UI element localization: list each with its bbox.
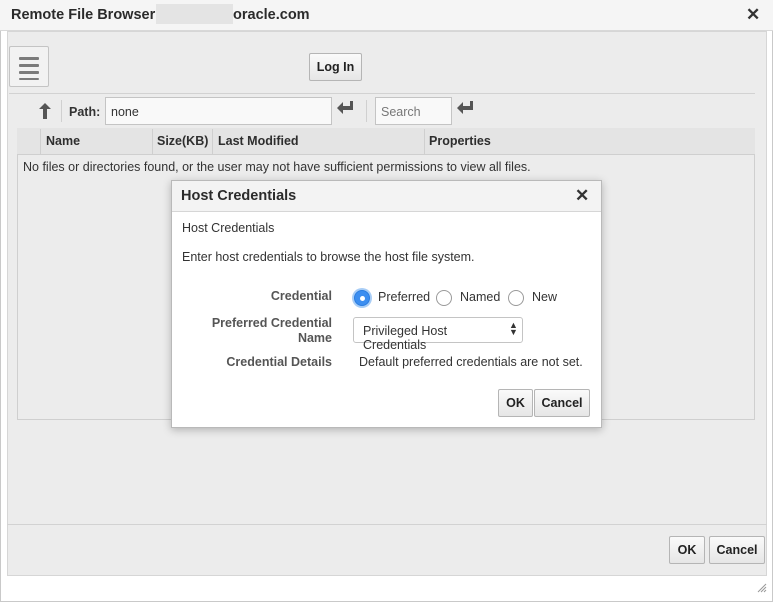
credential-label: Credential — [270, 289, 332, 303]
hamburger-menu-icon[interactable] — [9, 46, 49, 87]
toolbar-divider — [9, 93, 755, 94]
path-label: Path: — [69, 105, 101, 119]
toolbar-separator — [61, 100, 62, 122]
up-folder-icon[interactable] — [35, 101, 55, 121]
toolbar-separator — [366, 100, 367, 122]
enter-return-icon[interactable] — [454, 100, 476, 122]
dialog-title-suffix: oracle.com — [233, 7, 310, 23]
radio-named[interactable] — [436, 290, 452, 306]
radio-label-named: Named — [460, 290, 501, 304]
ok-button[interactable]: OK — [669, 536, 705, 564]
dialog-title-prefix: Remote File Browser: — [11, 7, 161, 23]
column-header-properties[interactable]: Properties — [429, 134, 491, 148]
modal-subtitle: Host Credentials — [182, 221, 275, 235]
radio-label-new: New — [532, 290, 558, 304]
dialog-footer — [7, 524, 767, 576]
modal-ok-button[interactable]: OK — [498, 389, 533, 417]
column-divider — [152, 129, 153, 155]
radio-preferred[interactable] — [354, 290, 370, 306]
modal-description: Enter host credentials to browse the hos… — [182, 250, 475, 264]
enter-return-icon[interactable] — [334, 100, 356, 122]
close-icon[interactable]: ✕ — [575, 186, 589, 206]
redacted-hostname — [156, 4, 233, 24]
radio-label-preferred: Preferred — [378, 290, 431, 304]
column-divider — [40, 129, 41, 155]
login-button[interactable]: Log In — [309, 53, 362, 81]
modal-cancel-button[interactable]: Cancel — [534, 389, 590, 417]
radio-new[interactable] — [508, 290, 524, 306]
preferred-credential-name-label-line2: Name — [297, 331, 332, 345]
file-table-header — [17, 128, 755, 155]
empty-table-message: No files or directories found, or the us… — [23, 160, 531, 174]
resize-grip-icon[interactable] — [757, 583, 769, 595]
column-header-name[interactable]: Name — [46, 134, 80, 148]
modal-title: Host Credentials — [181, 188, 297, 204]
column-header-size[interactable]: Size(KB) — [157, 134, 208, 148]
column-divider — [212, 129, 213, 155]
column-divider — [424, 129, 425, 155]
cancel-button[interactable]: Cancel — [709, 536, 765, 564]
credential-details-label: Credential Details — [226, 355, 332, 369]
column-header-last-modified[interactable]: Last Modified — [218, 134, 299, 148]
preferred-credential-name-label-line1: Preferred Credential — [211, 316, 332, 330]
path-input[interactable]: none — [105, 97, 332, 125]
select-updown-icon: ▲ ▼ — [509, 320, 518, 337]
preferred-credential-select[interactable]: Privileged Host Credentials — [353, 317, 523, 352]
credential-details-value: Default preferred credentials are not se… — [359, 355, 583, 369]
search-input[interactable]: Search — [375, 97, 452, 125]
close-icon[interactable]: ✕ — [746, 5, 760, 25]
